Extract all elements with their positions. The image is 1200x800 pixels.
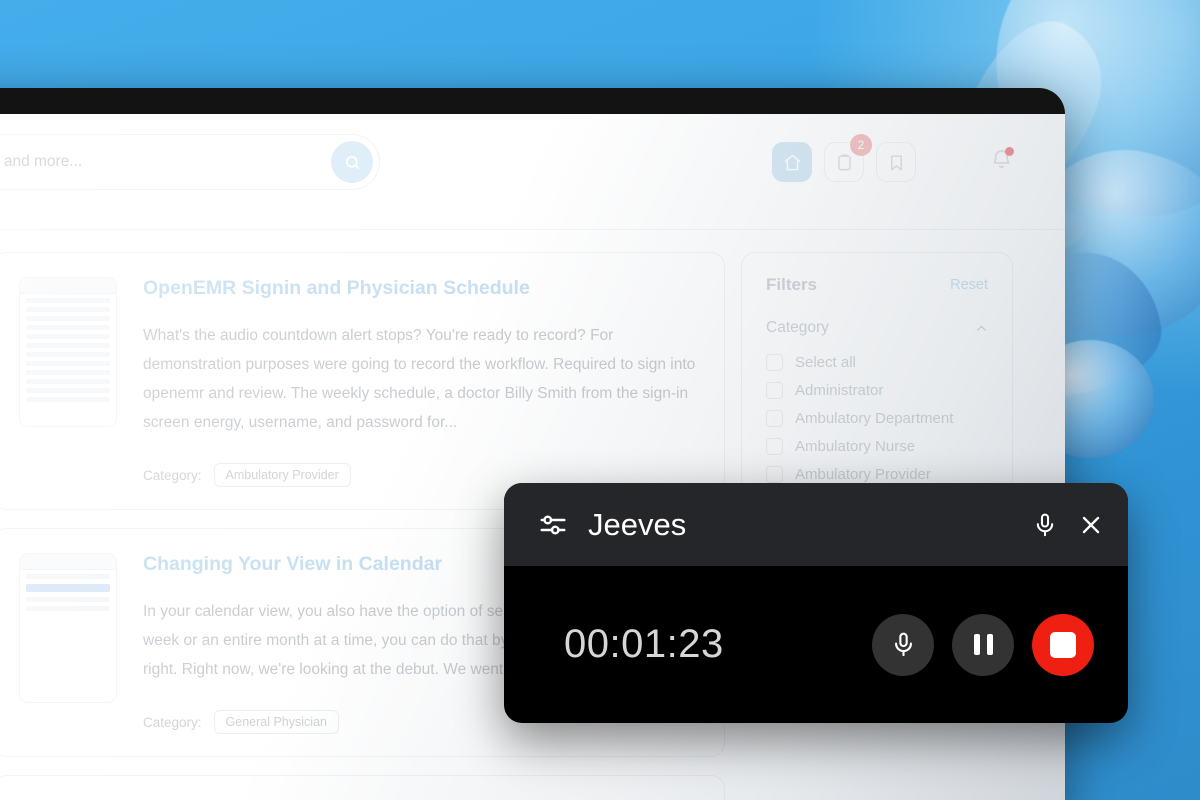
checkbox[interactable]: [766, 410, 783, 427]
category-label: Category:: [143, 467, 202, 483]
workflow-thumbnail: [19, 277, 117, 427]
search-icon: [345, 155, 359, 169]
chevron-up-icon: [977, 325, 986, 331]
nav-home-button[interactable]: [772, 142, 812, 182]
workflow-card[interactable]: OpenEMR Signin and Physician Schedule Wh…: [0, 252, 725, 510]
filter-option-ambulatory-provider[interactable]: Ambulatory Provider: [766, 466, 988, 483]
filter-option-label: Select all: [795, 354, 856, 371]
app-topbar: 2: [0, 114, 1065, 230]
stop-icon: [1050, 631, 1076, 658]
recorder-controls-bar: 00:01:23: [504, 566, 1128, 723]
filters-title: Filters: [766, 275, 818, 294]
recorder-title: Jeeves: [588, 506, 687, 542]
notification-dot: [1005, 147, 1014, 156]
workflow-description: What's the audio countdown alert stops? …: [143, 327, 696, 431]
filter-option-select-all[interactable]: Select all: [766, 354, 988, 371]
filter-option-label: Ambulatory Department: [795, 410, 954, 427]
checkbox[interactable]: [766, 382, 783, 399]
checkbox[interactable]: [766, 466, 783, 483]
filter-section-category[interactable]: Category: [766, 319, 988, 337]
filter-option-label: Ambulatory Provider: [795, 466, 931, 483]
stop-button[interactable]: [1032, 613, 1094, 676]
microphone-icon: [894, 632, 912, 657]
tasks-badge: 2: [850, 134, 872, 156]
filters-reset-button[interactable]: Reset: [950, 277, 988, 293]
notifications-button[interactable]: [990, 147, 1014, 176]
bookmark-icon: [890, 154, 902, 170]
pause-button[interactable]: [952, 613, 1014, 676]
home-icon: [784, 154, 800, 170]
recorder-header: Jeeves: [504, 483, 1128, 566]
nav-bookmarks-button[interactable]: [876, 142, 916, 182]
recorder-mic-toggle[interactable]: [1032, 512, 1058, 538]
filter-option-label: Ambulatory Nurse: [795, 438, 916, 455]
pause-icon: [973, 634, 993, 655]
filter-option-label: Administrator: [795, 382, 884, 399]
filters-header: Filters Reset: [766, 275, 988, 295]
microphone-button[interactable]: [872, 613, 934, 676]
filter-section-label: Category: [766, 319, 829, 336]
search-bar[interactable]: [0, 134, 380, 190]
checkbox[interactable]: [766, 354, 783, 371]
filter-option-ambulatory-department[interactable]: Ambulatory Department: [766, 410, 988, 427]
screenshot-stage: 2: [0, 0, 1200, 800]
microphone-icon: [1036, 513, 1054, 536]
recorder-settings-button[interactable]: [538, 510, 568, 540]
workflow-title[interactable]: OpenEMR Signin and Physician Schedule: [143, 277, 698, 300]
filter-option-administrator[interactable]: Administrator: [766, 382, 988, 399]
category-chip[interactable]: General Physician: [213, 710, 339, 734]
search-input[interactable]: [0, 153, 331, 171]
recording-timer: 00:01:23: [564, 622, 724, 666]
clipboard-icon: [837, 154, 851, 170]
recorder-close-button[interactable]: [1078, 512, 1104, 538]
sliders-icon: [540, 515, 566, 534]
workflow-card[interactable]: Open Emr Scheduling Demo So we're over i…: [0, 775, 725, 800]
close-icon: [1082, 516, 1100, 533]
workflow-thumbnail: [19, 553, 117, 703]
nav-tasks-button[interactable]: 2: [824, 134, 872, 182]
filter-option-ambulatory-nurse[interactable]: Ambulatory Nurse: [766, 438, 988, 455]
recorder-widget: Jeeves 00:01:23: [504, 483, 1128, 723]
checkbox[interactable]: [766, 438, 783, 455]
search-button[interactable]: [331, 141, 373, 183]
category-chip[interactable]: Ambulatory Provider: [213, 463, 351, 487]
category-label: Category:: [143, 714, 202, 730]
topbar-actions: 2: [772, 134, 1014, 182]
